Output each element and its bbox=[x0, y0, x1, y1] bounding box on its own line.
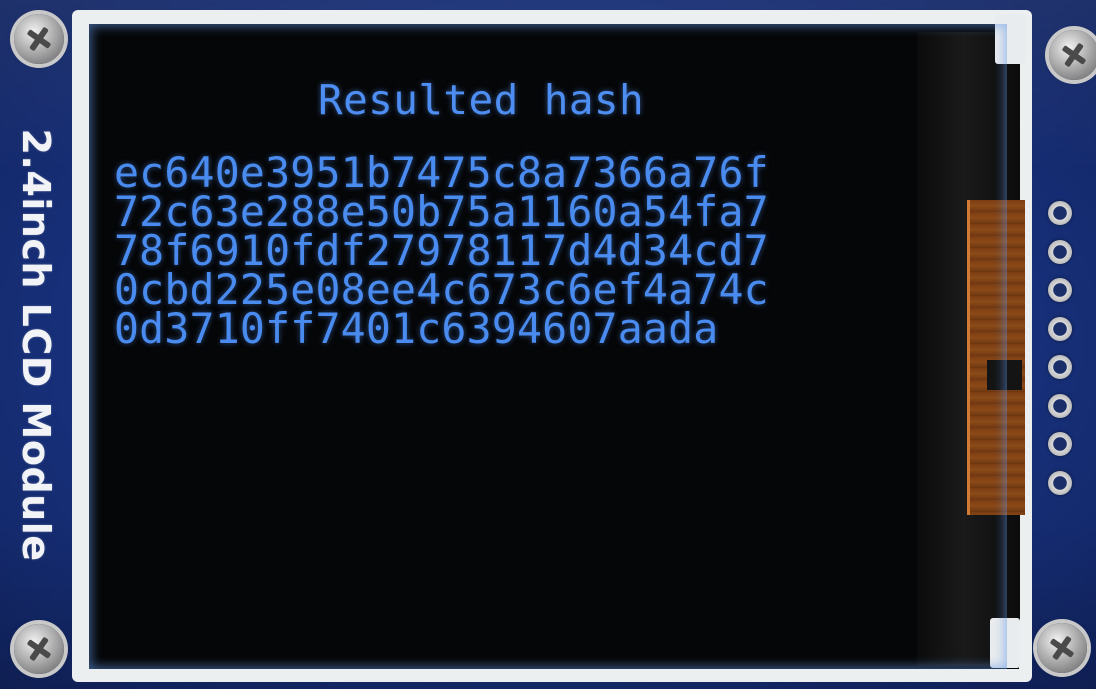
hash-line: 0d3710ff7401c6394607aada bbox=[114, 304, 719, 353]
hash-text-block: ec640e3951b7475c8a7366a76f 72c63e288e50b… bbox=[114, 152, 769, 353]
header-pin bbox=[1048, 239, 1072, 264]
header-pin bbox=[1048, 355, 1072, 379]
mounting-screw-top-left bbox=[14, 14, 64, 64]
header-pin bbox=[1048, 201, 1072, 225]
header-pin bbox=[1048, 470, 1072, 495]
header-pin bbox=[1048, 278, 1072, 302]
flex-ribbon-copper bbox=[967, 200, 1025, 515]
header-pin bbox=[1048, 316, 1072, 341]
header-pin bbox=[1048, 393, 1072, 418]
bezel-tab-bottom bbox=[990, 618, 1020, 668]
ribbon-notch bbox=[987, 360, 1022, 390]
header-pin bbox=[1048, 432, 1072, 456]
module-silkscreen-label: 2.4inch LCD Module bbox=[14, 128, 58, 562]
lcd-title: Resulted hash bbox=[318, 76, 645, 124]
mounting-screw-bottom-right bbox=[1037, 623, 1087, 673]
bezel-tab-top bbox=[995, 14, 1025, 64]
mounting-screw-bottom-left bbox=[14, 624, 64, 674]
mounting-screw-top-right bbox=[1049, 30, 1096, 80]
